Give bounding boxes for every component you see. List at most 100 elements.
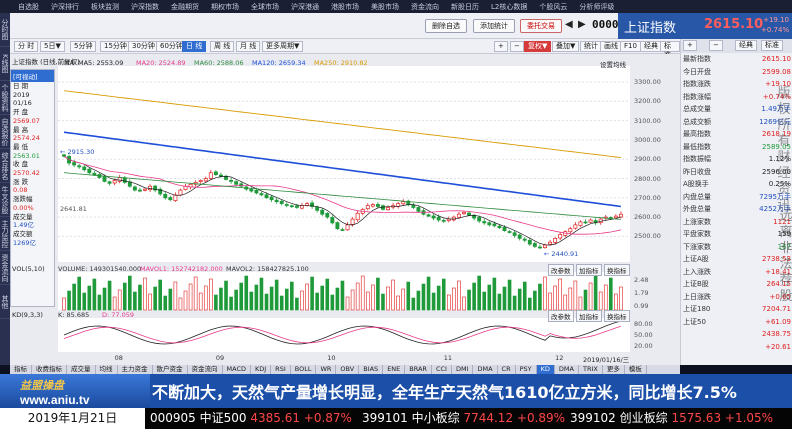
indicator-tab[interactable]: KDJ xyxy=(251,365,272,374)
next-stock-icon[interactable]: ▶ xyxy=(578,19,586,30)
indicator-tab[interactable]: CR xyxy=(498,365,516,374)
top-menu-item[interactable]: 自选股 xyxy=(12,2,45,12)
indicator-tab[interactable]: CCI xyxy=(432,365,452,374)
indicator-tab[interactable]: 模板 xyxy=(625,365,647,374)
indicator-tab[interactable]: TRIX xyxy=(579,365,603,374)
chart-tool-button[interactable]: 统计 xyxy=(580,41,602,52)
trade-button[interactable]: 委托交易 xyxy=(520,19,562,33)
left-tab[interactable]: 自选报价 xyxy=(0,115,10,149)
indicator-control-button[interactable]: 换指标 xyxy=(604,264,630,276)
volume-bar xyxy=(269,286,274,311)
chart-area[interactable]: [可视动] 日 期 2019 01/16 开 盘 2569.07 最 高 2574.24 最 … xyxy=(10,54,680,365)
top-menu-item[interactable]: 沪深排行 xyxy=(45,2,85,12)
indicator-tab[interactable]: 资金流向 xyxy=(188,365,223,374)
indicator-tab[interactable]: OBV xyxy=(336,365,360,374)
period-tab[interactable]: 30分钟 xyxy=(128,41,159,52)
volume-bar xyxy=(229,296,233,311)
kdj-legend-label: D: 77.059 xyxy=(102,311,135,319)
volume-bar xyxy=(82,292,87,311)
volume-bar xyxy=(593,275,598,311)
indicator-tab[interactable]: DMI xyxy=(452,365,474,374)
remove-favorite-button[interactable]: 删除自选 xyxy=(425,19,467,33)
indicator-control-button[interactable]: 加指标 xyxy=(576,310,602,322)
indicator-tab[interactable]: 指标 xyxy=(10,365,32,374)
indicator-tab[interactable]: 收费指标 xyxy=(32,365,67,374)
period-tab[interactable]: 15分钟 xyxy=(100,41,131,52)
indicator-tab[interactable]: KD xyxy=(536,365,555,374)
left-tab[interactable]: 综合排名 xyxy=(0,149,10,183)
period-tab[interactable]: 周 线 xyxy=(210,41,235,52)
cursor-panel-row: 最 低 xyxy=(13,142,29,151)
chart-tool-button[interactable]: 叠加▼ xyxy=(552,41,580,52)
top-menu-item[interactable]: 沪深指数 xyxy=(125,2,165,12)
top-menu-item[interactable]: 分析师评级 xyxy=(573,2,620,12)
indicator-control-button[interactable]: 换指标 xyxy=(604,310,630,322)
chart-tool-button[interactable]: 画线 xyxy=(600,41,622,52)
indicator-tab[interactable]: 主力资金 xyxy=(118,365,153,374)
top-menu-item[interactable]: 期权市场 xyxy=(205,2,245,12)
chart-tool-button[interactable]: − xyxy=(510,41,524,52)
chart-tool-button[interactable]: 标准 xyxy=(660,41,680,59)
period-tab[interactable]: 更多周期▼ xyxy=(262,41,304,52)
indicator-tab[interactable]: 成交量 xyxy=(67,365,96,374)
indicator-tab[interactable]: BOLL xyxy=(291,365,317,374)
left-tab[interactable]: 分时图 xyxy=(0,13,10,47)
quote-key: 最低指数 xyxy=(683,142,711,151)
indicator-tab[interactable]: MACD xyxy=(223,365,251,374)
add-stat-button[interactable]: 添加统计 xyxy=(473,19,515,33)
indicator-control-button[interactable]: 加指标 xyxy=(576,264,602,276)
quote-tool-button[interactable]: 标准 xyxy=(761,40,783,51)
indicator-control-button[interactable]: 改参数 xyxy=(548,310,574,322)
top-menu-item[interactable]: L2核心数据 xyxy=(485,2,533,12)
indicator-tab[interactable]: 均线 xyxy=(96,365,118,374)
quote-tool-button[interactable]: + xyxy=(683,40,697,51)
indicator-control-button[interactable]: 改参数 xyxy=(548,264,574,276)
chart-tool-button[interactable]: 经典 xyxy=(640,41,662,52)
top-menu-item[interactable]: 美股市场 xyxy=(365,2,405,12)
top-menu-item[interactable]: 全球市场 xyxy=(245,2,285,12)
left-tab[interactable]: 其他 xyxy=(0,285,10,319)
indicator-tab[interactable]: 更多 xyxy=(603,365,625,374)
volume-bar xyxy=(522,281,527,311)
indicator-tab[interactable]: PSY xyxy=(516,365,537,374)
candle-body xyxy=(340,229,345,231)
indicator-tab[interactable]: WR xyxy=(316,365,337,374)
period-tab[interactable]: 分 时 xyxy=(14,41,39,52)
period-tab[interactable]: 日 线 xyxy=(182,41,207,52)
indicator-tab[interactable]: RSI xyxy=(271,365,291,374)
volume-bar xyxy=(300,290,304,311)
indicator-tab[interactable]: BIAS xyxy=(359,365,384,374)
quote-tool-button[interactable]: 经典 xyxy=(735,40,757,51)
indicator-tab[interactable]: DMA xyxy=(555,365,579,374)
left-tab[interactable]: 个股资料 xyxy=(0,81,10,115)
period-tab[interactable]: 5分钟 xyxy=(70,41,97,52)
left-tab[interactable]: 牛叉诊股 xyxy=(0,183,10,217)
chart-tool-button[interactable]: + xyxy=(494,41,508,52)
prev-stock-icon[interactable]: ◀ xyxy=(565,19,573,30)
candle-body xyxy=(467,212,471,216)
quote-value: 2438.75 xyxy=(762,330,791,338)
top-menu-item[interactable]: 沪深港通 xyxy=(285,2,325,12)
kdj-axis-label: 20.00 xyxy=(634,342,653,350)
indicator-tab[interactable]: ENE xyxy=(383,365,406,374)
left-tab[interactable]: 资金流向 xyxy=(0,251,10,285)
left-tab[interactable]: 主力监控 xyxy=(0,217,10,251)
quote-tool-button[interactable]: − xyxy=(709,40,723,51)
left-tab[interactable]: K线图 xyxy=(0,47,10,81)
top-menu-item[interactable]: 港股市场 xyxy=(325,2,365,12)
indicator-tab[interactable]: 散户资金 xyxy=(153,365,188,374)
chart-tool-button[interactable]: F10 xyxy=(620,41,641,52)
top-menu-item[interactable]: 新股日历 xyxy=(445,2,485,12)
chart-tool-button[interactable]: 复权▼ xyxy=(524,41,552,52)
top-menu-item[interactable]: 个股风云 xyxy=(533,2,573,12)
top-menu-item[interactable]: 板块监测 xyxy=(85,2,125,12)
period-tab[interactable]: 月 线 xyxy=(236,41,261,52)
indicator-tab[interactable]: BRAR xyxy=(405,365,432,374)
candle-body xyxy=(497,225,502,229)
top-menu-item[interactable]: 资金流向 xyxy=(405,2,445,12)
candle-body xyxy=(441,220,446,222)
ma-legend-label: MA60: 2588.06 xyxy=(194,59,244,67)
period-tab[interactable]: 5日▼ xyxy=(40,41,65,52)
top-menu-item[interactable]: 金融期货 xyxy=(165,2,205,12)
indicator-tab[interactable]: DMA xyxy=(473,365,498,374)
